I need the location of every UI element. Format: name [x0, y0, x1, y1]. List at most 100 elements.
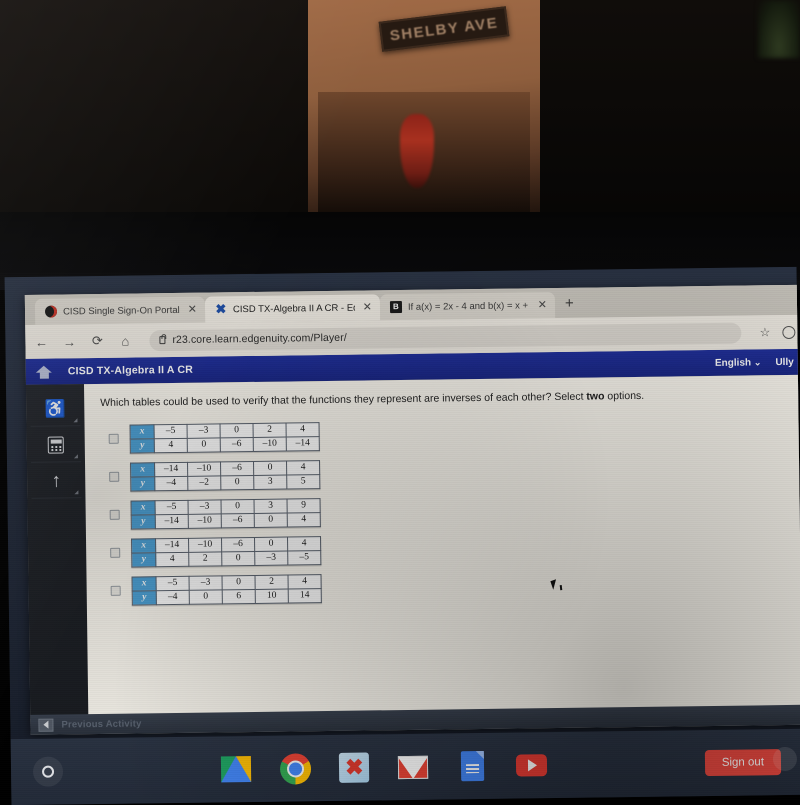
cell: 0 — [187, 437, 221, 452]
google-chrome-icon[interactable] — [279, 752, 312, 785]
value-table: x –14 –10 –6 0 4 y –4 –2 0 3 5 — [130, 459, 321, 492]
row-label: x — [130, 424, 155, 439]
app-body: ♿ ↑ Which tables could be used to verify… — [25, 374, 800, 719]
google-docs-icon[interactable] — [456, 749, 489, 782]
row-label: y — [130, 438, 155, 453]
home-icon[interactable] — [36, 365, 52, 378]
cell: 4 — [154, 437, 188, 453]
bookmark-star-icon[interactable]: ☆ — [760, 325, 771, 339]
google-drive-icon[interactable] — [220, 752, 253, 785]
browser-tab-1[interactable]: CISD Single Sign-On Portal ✕ — [34, 296, 206, 325]
calculator-icon — [47, 436, 64, 454]
row-label: y — [131, 552, 156, 567]
value-table: x –14 –10 –6 0 4 y 4 2 0 –3 –5 — [131, 535, 322, 568]
table-row: y –4 –2 0 3 5 — [130, 474, 320, 491]
cell: –14 — [154, 461, 188, 477]
cell: 4 — [286, 460, 320, 475]
cell: –6 — [220, 437, 254, 452]
answer-option-1[interactable]: x –5 –3 0 2 4 y 4 0 –6 –10 –14 — [101, 416, 789, 454]
table-row: y –14 –10 –6 0 4 — [131, 512, 321, 529]
cell: –5 — [287, 550, 321, 565]
row-label: x — [130, 462, 155, 477]
question-text-after: options. — [604, 389, 645, 403]
header-right-controls: English ⌄ Ully — [715, 356, 794, 368]
cell: –5 — [155, 499, 189, 515]
answer-option-3[interactable]: x –5 –3 0 3 9 y –14 –10 –6 0 4 — [102, 492, 790, 530]
answer-option-2[interactable]: x –14 –10 –6 0 4 y –4 –2 0 3 5 — [101, 454, 789, 492]
tab-title: CISD TX-Algebra II A CR - Edgenu — [232, 302, 355, 315]
row-label: y — [132, 590, 157, 605]
profile-avatar-icon[interactable] — [782, 325, 796, 339]
plant — [758, 0, 800, 58]
address-bar[interactable]: r23.core.learn.edgenuity.com/Player/ — [149, 322, 742, 351]
sign-out-button[interactable]: Sign out — [704, 749, 782, 777]
edgenuity-icon[interactable]: ✖ — [338, 751, 371, 784]
close-icon[interactable]: ✕ — [186, 303, 197, 315]
status-tray[interactable] — [772, 746, 798, 772]
answer-option-4[interactable]: x –14 –10 –6 0 4 y 4 2 0 –3 –5 — [102, 530, 790, 568]
reload-icon[interactable]: ⟳ — [89, 333, 105, 349]
cell: 0 — [220, 423, 254, 438]
forward-icon[interactable]: → — [61, 334, 77, 349]
cell: –3 — [188, 499, 222, 514]
cell: –6 — [221, 513, 255, 528]
checkbox[interactable] — [108, 433, 119, 444]
table-row: y –4 0 6 10 14 — [132, 588, 322, 605]
browser-tab-2[interactable]: ✖ CISD TX-Algebra II A CR - Edgenu ✕ — [204, 294, 381, 323]
question-text-before: Which tables could be used to verify tha… — [100, 390, 587, 409]
doorway: SHELBY AVE — [308, 0, 540, 212]
cell: 4 — [287, 536, 321, 551]
edgenuity-x-icon: ✖ — [215, 301, 227, 317]
row-label: x — [131, 500, 156, 515]
browser-tab-3[interactable]: B If a(x) = 2x - 4 and b(x) = x + 2, w ✕ — [379, 292, 556, 321]
cisd-c-icon — [44, 305, 58, 318]
arrow-up-icon: ↑ — [51, 470, 62, 492]
checkbox[interactable] — [110, 547, 121, 558]
answer-option-5[interactable]: x –5 –3 0 2 4 y –4 0 6 10 14 — [103, 568, 791, 606]
lesson-content-pane: Which tables could be used to verify tha… — [83, 374, 800, 719]
back-icon[interactable]: ← — [33, 334, 49, 349]
cell: –14 — [155, 513, 189, 529]
headphones-icon: ♿ — [44, 399, 67, 419]
cell: –4 — [156, 589, 190, 605]
checkbox[interactable] — [109, 471, 120, 482]
chromeos-shelf: ✖ Sign out — [10, 728, 800, 805]
previous-activity-button[interactable] — [38, 718, 54, 732]
row-label: y — [131, 514, 156, 529]
cell: –6 — [220, 461, 254, 476]
cell: 2 — [254, 574, 289, 590]
checkbox[interactable] — [110, 585, 121, 596]
checkbox[interactable] — [109, 509, 120, 520]
cell: 0 — [254, 512, 288, 528]
launcher-circle-icon[interactable] — [32, 756, 64, 787]
home-icon[interactable]: ⌂ — [117, 333, 133, 348]
scroll-up-tool-button[interactable]: ↑ — [31, 464, 82, 499]
close-icon[interactable]: ✕ — [536, 299, 547, 311]
cell: 0 — [221, 551, 255, 566]
cell: 2 — [188, 551, 222, 566]
cell: 0 — [189, 589, 223, 604]
headphones-tool-button[interactable]: ♿ — [30, 392, 81, 427]
close-icon[interactable]: ✕ — [361, 301, 372, 313]
street-sign: SHELBY AVE — [378, 6, 510, 52]
document-icon: B — [389, 301, 403, 314]
cell: 3 — [253, 474, 287, 490]
cell: –5 — [154, 423, 188, 439]
lock-icon — [159, 336, 166, 345]
row-label: y — [130, 476, 155, 491]
user-name[interactable]: Ully — [775, 356, 793, 367]
calculator-tool-button[interactable] — [30, 428, 82, 463]
language-selector[interactable]: English ⌄ — [715, 357, 762, 369]
cell: 10 — [255, 588, 289, 604]
cell: –10 — [188, 537, 222, 552]
gmail-icon[interactable] — [397, 750, 430, 783]
cell: –3 — [187, 423, 221, 438]
shelf-app-list: ✖ — [220, 749, 548, 786]
course-title: CISD TX-Algebra II A CR — [67, 363, 194, 378]
cell: 4 — [287, 574, 322, 589]
new-tab-button[interactable]: + — [565, 294, 574, 311]
cell: 4 — [286, 422, 320, 437]
cell: –10 — [188, 513, 222, 528]
youtube-icon[interactable] — [515, 749, 548, 782]
cell: –14 — [155, 537, 189, 553]
